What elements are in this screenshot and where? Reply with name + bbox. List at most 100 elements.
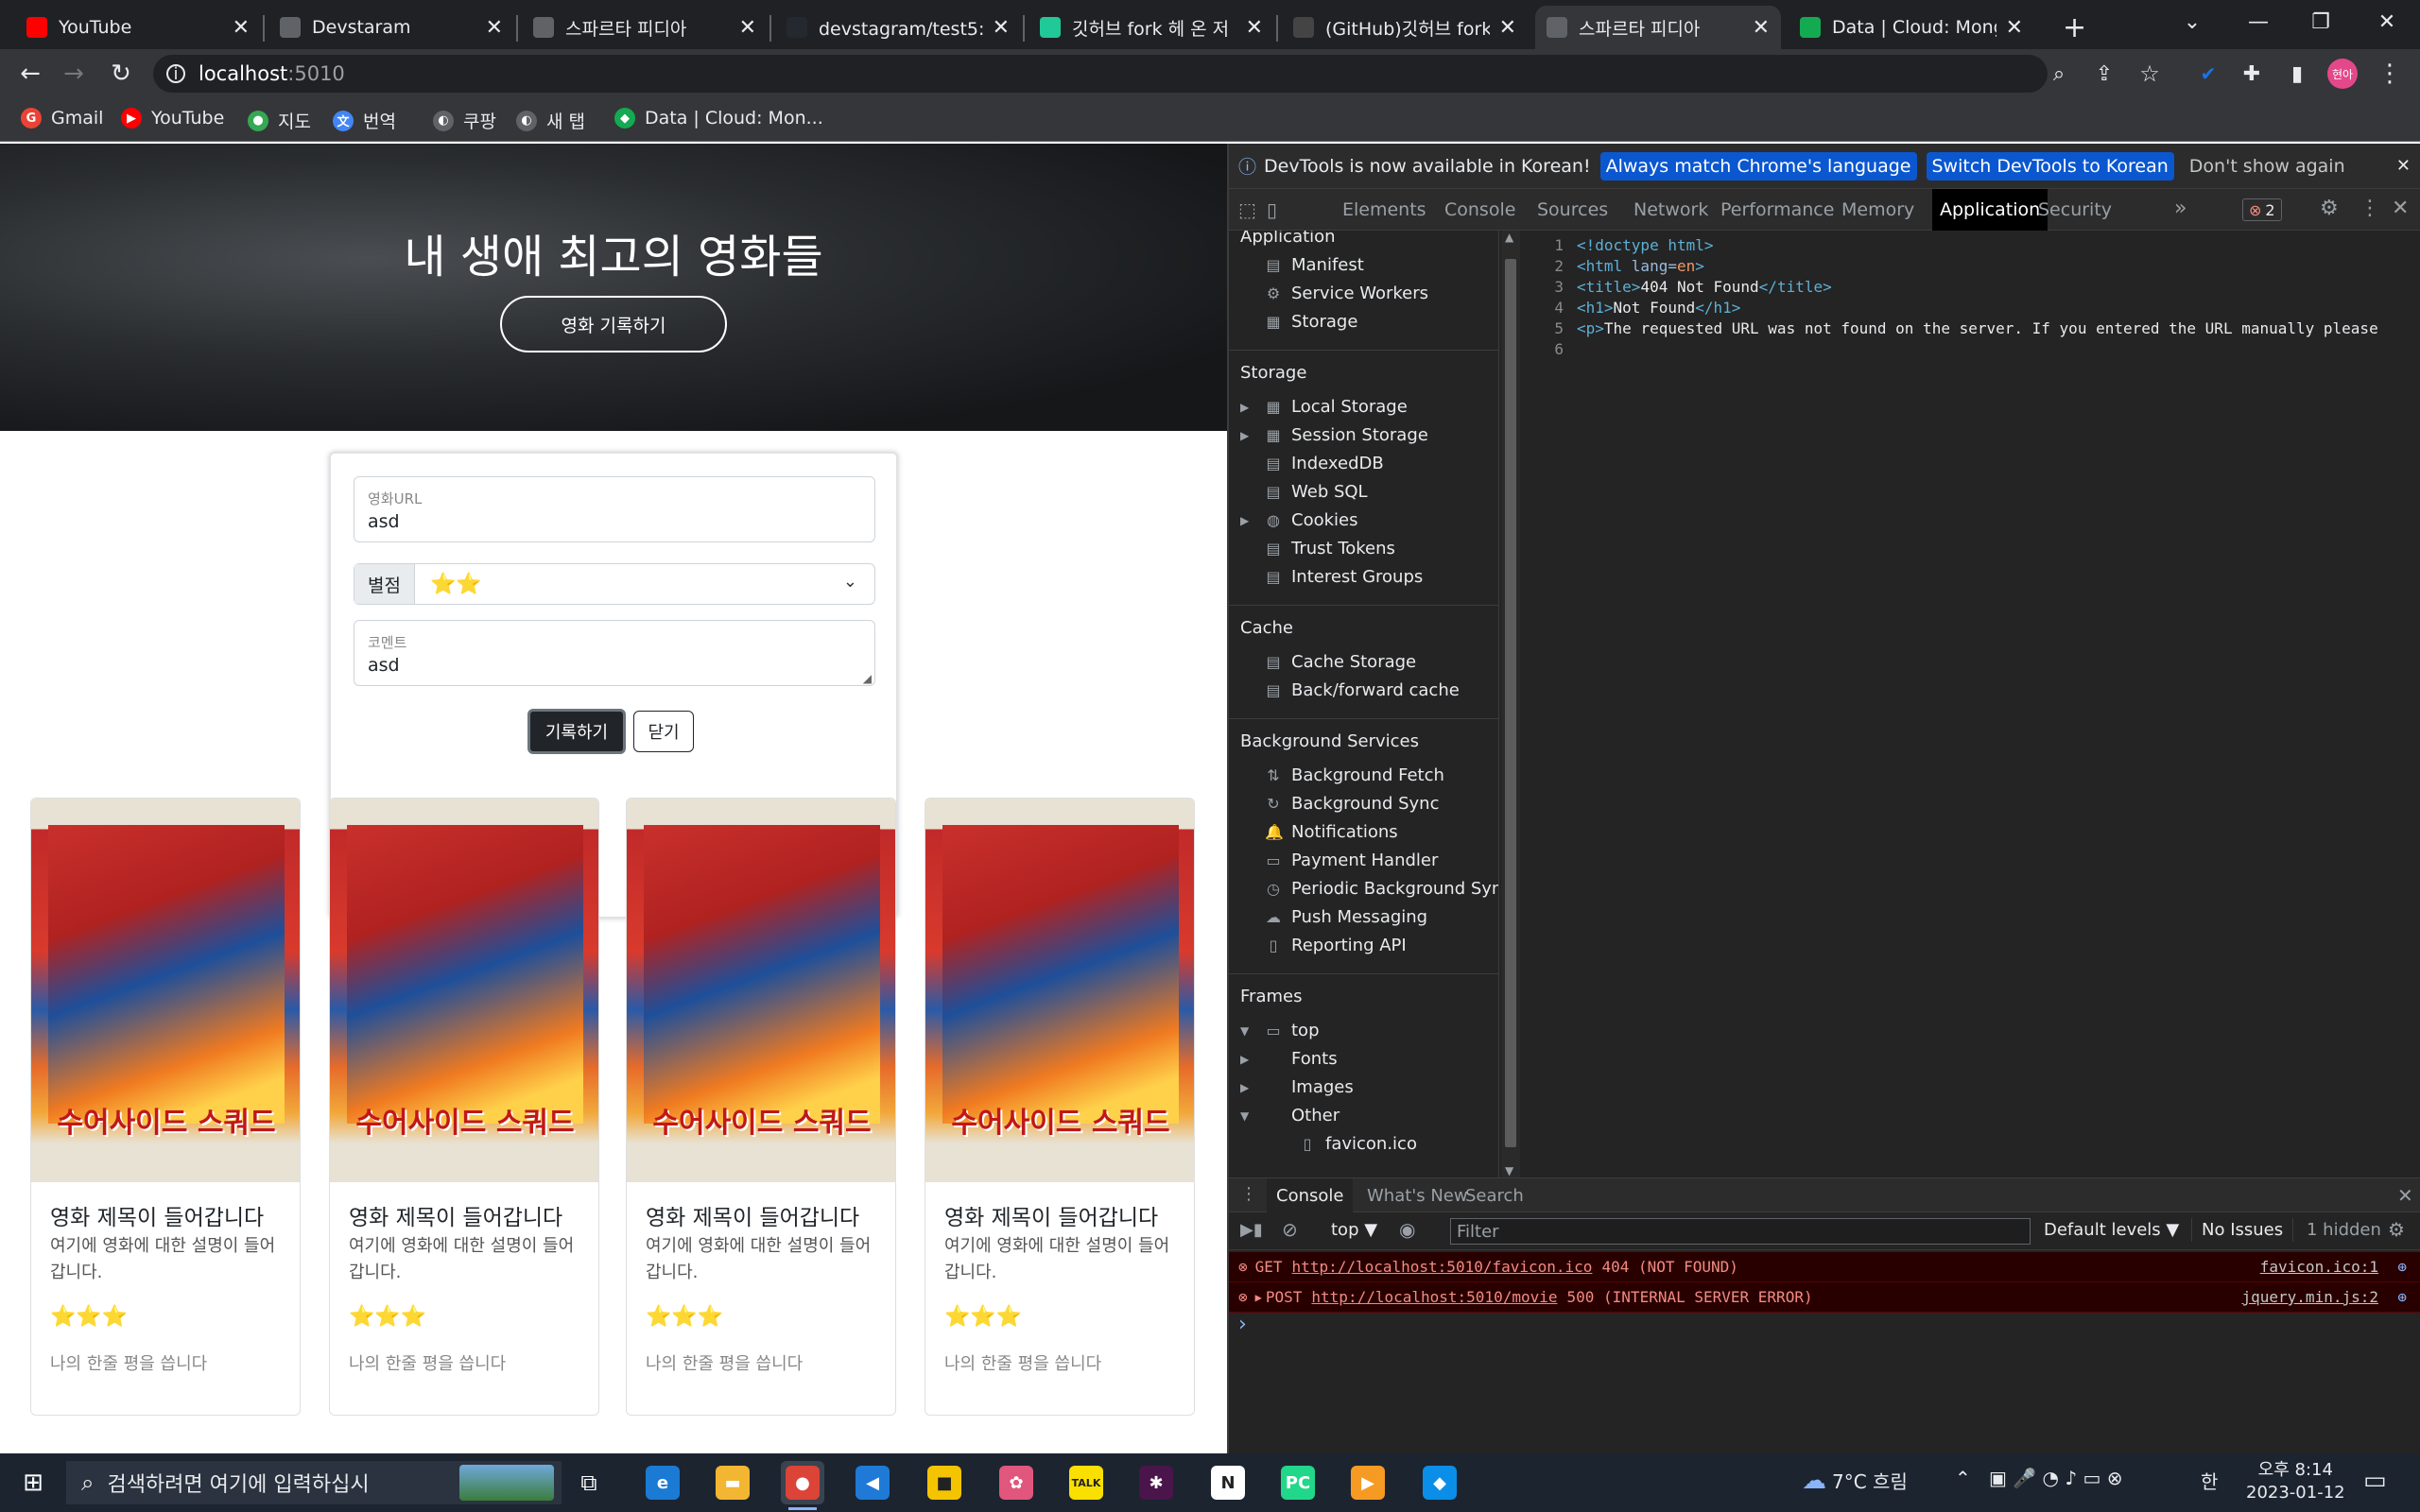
clock[interactable]: 오후 8:14 2023-01-12: [2246, 1459, 2345, 1504]
kakaotalk-icon[interactable]: TALK: [1064, 1461, 1108, 1504]
console-error-row[interactable]: ⊗ GET http://localhost:5010/favicon.ico 404…: [1229, 1252, 2420, 1282]
console-settings-icon[interactable]: ⚙: [2388, 1218, 2405, 1241]
sidebar-item[interactable]: ▤ Back/forward cache: [1265, 680, 1459, 700]
devtools-tab-network[interactable]: Network: [1626, 189, 1716, 231]
sidebar-item[interactable]: ▶ Fonts: [1240, 1049, 1338, 1069]
expand-right-icon[interactable]: ▶: [1255, 1291, 1262, 1304]
browser-tab[interactable]: YouTube ✕: [15, 6, 261, 49]
error-source-link[interactable]: favicon.ico:1: [2260, 1258, 2378, 1276]
close-tab-icon[interactable]: ✕: [233, 16, 250, 40]
issues-button[interactable]: No Issues: [2191, 1218, 2294, 1242]
close-form-button[interactable]: 닫기: [633, 711, 694, 752]
sidebar-item[interactable]: ▶ ◍ Cookies: [1240, 510, 1357, 530]
input-language[interactable]: 한: [2201, 1467, 2218, 1494]
close-tab-icon[interactable]: ✕: [739, 16, 756, 40]
pycharm-icon[interactable]: PC: [1276, 1461, 1320, 1504]
tab-search-icon[interactable]: ⌄: [2159, 0, 2225, 43]
error-source-link[interactable]: jquery.min.js:2: [2242, 1288, 2379, 1306]
browser-tab[interactable]: devstagram/test5: 시 ✕: [775, 6, 1021, 49]
more-tabs-icon[interactable]: »: [2174, 197, 2187, 220]
settings-gear-icon[interactable]: ⚙: [2320, 197, 2339, 220]
sidebar-item[interactable]: ▯ favicon.ico: [1299, 1134, 1417, 1154]
expand-right-icon[interactable]: ▶: [1240, 1053, 1249, 1066]
bookmark-item[interactable]: 文 번역: [333, 108, 396, 133]
devtools-menu-icon[interactable]: ⋮: [2360, 197, 2380, 220]
bookmark-item[interactable]: ● 지도: [248, 108, 311, 133]
sidebar-item[interactable]: ▦ Storage: [1265, 312, 1357, 332]
forward-icon[interactable]: →: [55, 55, 93, 93]
bookmark-item[interactable]: ◆ Data | Cloud: Mon...: [614, 108, 823, 129]
log-levels-select[interactable]: Default levels ▼: [2044, 1220, 2179, 1240]
drawer-tab[interactable]: Search: [1456, 1178, 1533, 1212]
file-explorer-icon[interactable]: ▬: [711, 1461, 754, 1504]
new-tab-button[interactable]: +: [2051, 6, 2098, 49]
tray-chevron-up-icon[interactable]: ⌃: [1955, 1467, 1971, 1489]
notion-icon[interactable]: N: [1206, 1461, 1250, 1504]
zoom-icon[interactable]: ⌕: [2040, 55, 2078, 93]
profile-avatar[interactable]: 현아: [2324, 55, 2361, 93]
mongodb-compass-icon[interactable]: ◆: [1418, 1461, 1461, 1504]
drawer-tab[interactable]: Console: [1267, 1178, 1354, 1212]
save-record-button[interactable]: 기록하기: [527, 709, 626, 754]
live-expression-eye-icon[interactable]: ◉: [1399, 1218, 1415, 1241]
clear-console-icon[interactable]: ⊘: [1282, 1218, 1298, 1241]
sidebar-item[interactable]: ▤ Cache Storage: [1265, 652, 1416, 672]
taskbar-search-box[interactable]: ⌕ 검색하려면 여기에 입력하십시: [66, 1461, 562, 1504]
extensions-puzzle-icon[interactable]: ✚: [2233, 55, 2271, 93]
dont-show-again-button[interactable]: Don't show again: [2184, 152, 2351, 180]
address-bar[interactable]: i localhost:5010: [153, 55, 2048, 93]
minimize-button[interactable]: —: [2225, 0, 2291, 43]
task-view-icon[interactable]: ⧉: [567, 1461, 611, 1504]
browser-tab[interactable]: 깃허브 fork 헤 온 저 ✕: [1028, 6, 1274, 49]
close-tab-icon[interactable]: ✕: [486, 16, 503, 40]
menu-kebab-icon[interactable]: ⋮: [2371, 55, 2409, 93]
expand-right-icon[interactable]: ▶: [1240, 401, 1249, 414]
restore-button[interactable]: ❐: [2288, 0, 2354, 43]
movie-url-field[interactable]: 영화URL asd: [354, 476, 875, 542]
movie-card[interactable]: 수어사이드 스쿼드 영화 제목이 들어갑니다 여기에 영화에 대한 설명이 들어갑니…: [30, 798, 301, 1416]
back-icon[interactable]: ←: [11, 55, 49, 93]
sidebar-item[interactable]: ▶ ▦ Session Storage: [1240, 425, 1428, 445]
drawer-menu-icon[interactable]: ⋮: [1240, 1184, 1257, 1204]
bookmark-item[interactable]: G Gmail: [21, 108, 103, 129]
expand-right-icon[interactable]: ▶: [1240, 429, 1249, 442]
comment-textarea[interactable]: 코멘트 asd ◢: [354, 620, 875, 686]
vscode-icon[interactable]: ◀: [851, 1461, 894, 1504]
device-toolbar-icon[interactable]: ▯: [1267, 198, 1277, 221]
browser-tab[interactable]: 스파르타 피디아 ✕: [522, 6, 768, 49]
slack-icon[interactable]: ✱: [1134, 1461, 1178, 1504]
expand-down-icon[interactable]: ▼: [1240, 1024, 1249, 1038]
expand-down-icon[interactable]: ▼: [1240, 1109, 1249, 1123]
close-infobar-icon[interactable]: ✕: [2396, 156, 2411, 176]
request-url-link[interactable]: http://localhost:5010/movie: [1311, 1288, 1557, 1306]
share-icon[interactable]: ⇪: [2085, 55, 2123, 93]
sidebar-item[interactable]: ↻ Background Sync: [1265, 794, 1439, 814]
console-error-row[interactable]: ⊗ ▶ POST http://localhost:5010/movie 500 (IN…: [1229, 1282, 2420, 1313]
context-select[interactable]: top ▼: [1331, 1220, 1377, 1240]
chrome-icon[interactable]: ●: [781, 1461, 824, 1510]
bookmark-item[interactable]: ◐ 새 탭: [516, 108, 585, 133]
sidebar-item[interactable]: ▤ Interest Groups: [1265, 567, 1423, 587]
sidebar-scroll-thumb[interactable]: [1505, 259, 1516, 1147]
sidebar-item[interactable]: ◷ Periodic Background Sync: [1265, 879, 1498, 899]
paint-icon[interactable]: ✿: [994, 1461, 1038, 1504]
console-filter-input[interactable]: Filter: [1450, 1218, 2031, 1245]
sidebar-item[interactable]: ▼ ▭ top: [1240, 1021, 1320, 1040]
close-devtools-icon[interactable]: ✕: [2392, 197, 2409, 220]
side-panel-icon[interactable]: ▮: [2278, 55, 2316, 93]
weather-widget[interactable]: ☁ 7°C 흐림: [1802, 1467, 1908, 1495]
console-prompt[interactable]: ›: [1238, 1313, 1247, 1336]
sidebar-item[interactable]: ☁ Push Messaging: [1265, 907, 1427, 927]
sidebar-item[interactable]: ▭ Payment Handler: [1265, 850, 1438, 870]
sidebar-item[interactable]: ⚙ Service Workers: [1265, 284, 1428, 303]
scroll-down-icon[interactable]: ▼: [1505, 1164, 1513, 1177]
sidebar-item[interactable]: ▤ Web SQL: [1265, 482, 1367, 502]
sidebar-item[interactable]: ▶ ▦ Local Storage: [1240, 397, 1408, 417]
response-source-viewer[interactable]: <!doctype html> <html lang=en> <title>40…: [1522, 231, 2420, 1177]
devtools-tab-console[interactable]: Console: [1437, 189, 1523, 231]
close-tab-icon[interactable]: ✕: [1753, 16, 1770, 40]
browser-tab[interactable]: Data | Cloud: Mongo ✕: [1789, 6, 2034, 49]
site-info-icon[interactable]: i: [166, 64, 185, 84]
scroll-up-icon[interactable]: ▲: [1505, 231, 1513, 244]
error-count-badge[interactable]: ⊗ 2: [2242, 198, 2282, 221]
